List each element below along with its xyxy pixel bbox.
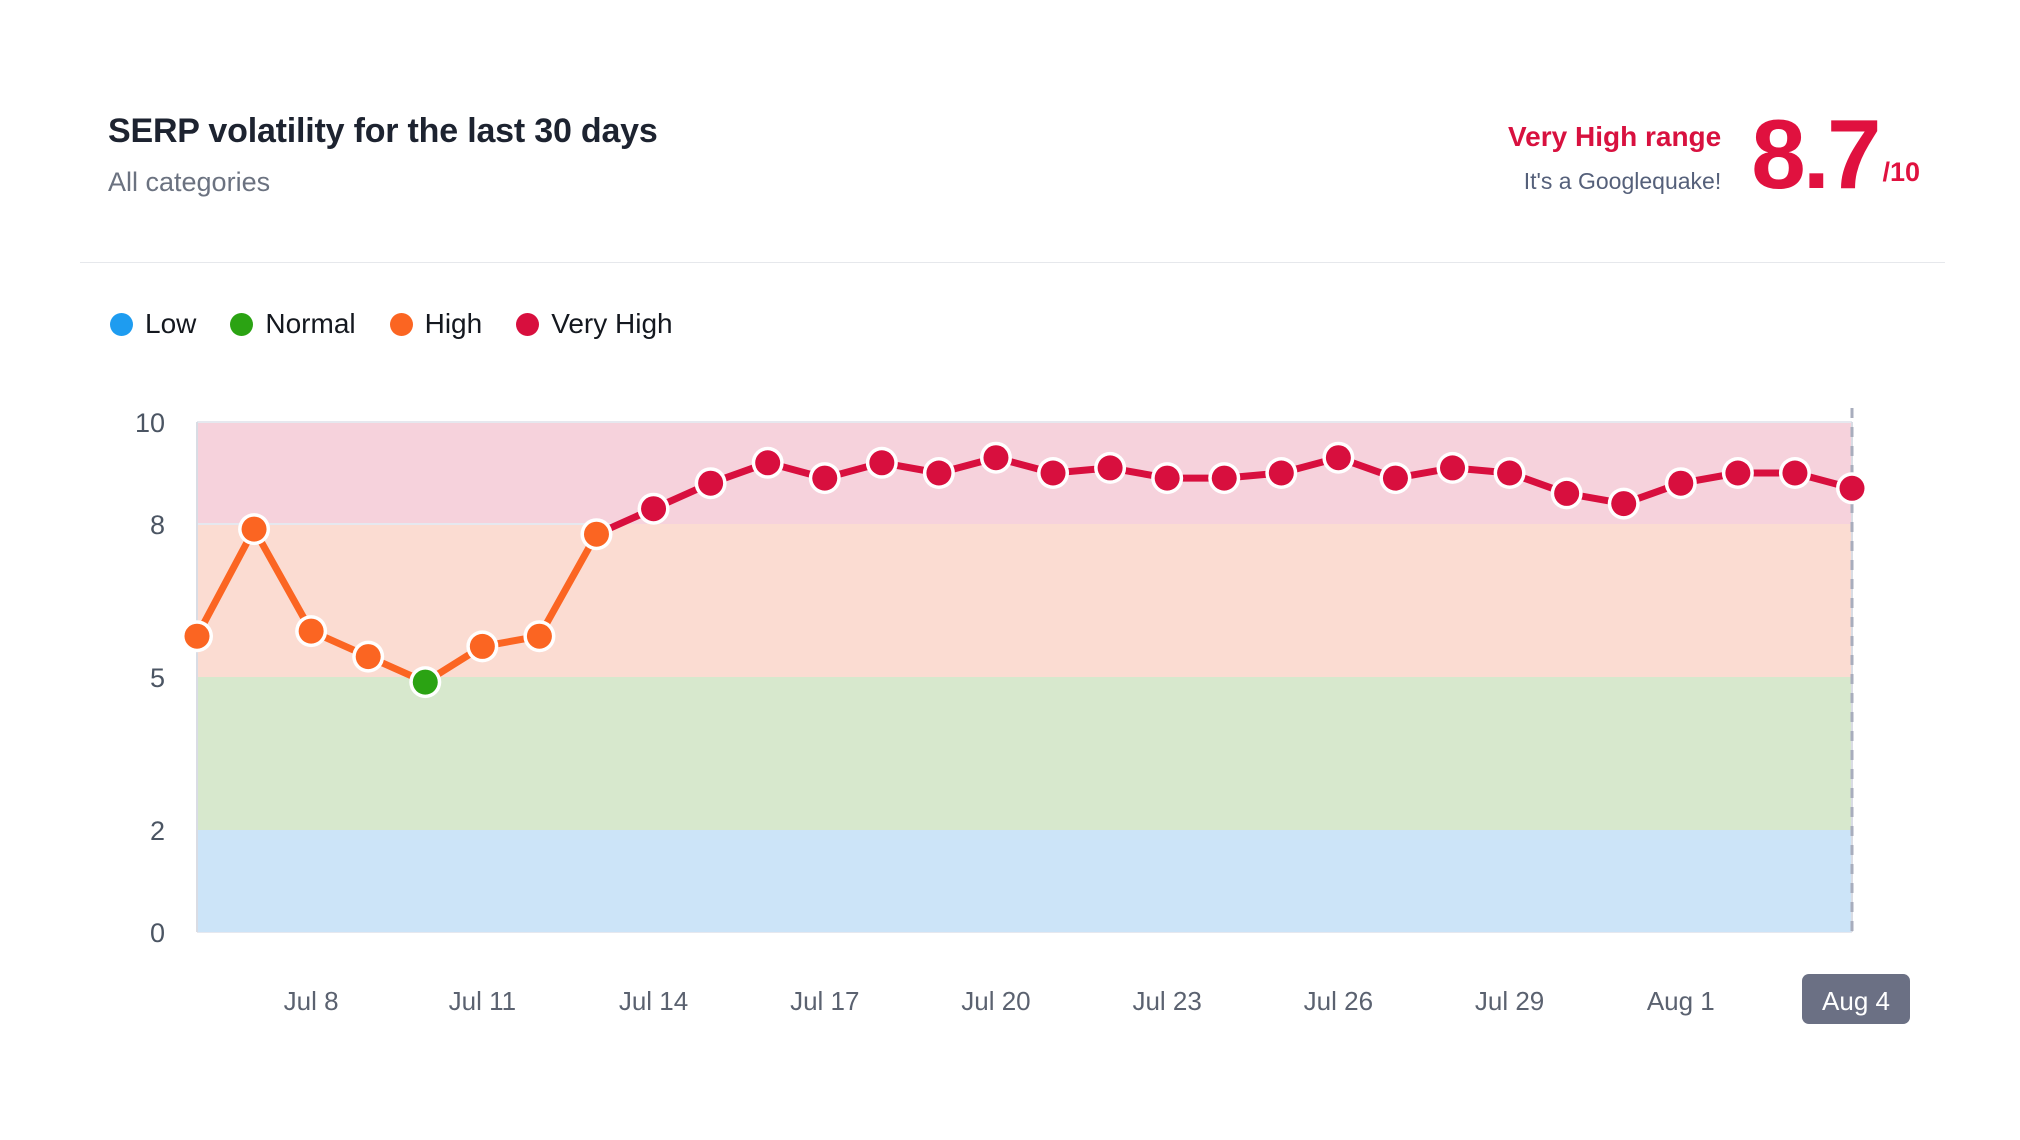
data-point[interactable] [1611, 491, 1637, 517]
data-point[interactable] [869, 450, 895, 476]
data-point[interactable] [1440, 455, 1466, 481]
data-point[interactable] [1268, 460, 1294, 486]
data-point[interactable] [1040, 460, 1066, 486]
data-point[interactable] [1554, 480, 1580, 506]
data-point[interactable] [184, 623, 210, 649]
y-axis-tick-label: 0 [150, 918, 165, 948]
data-point[interactable] [812, 465, 838, 491]
x-axis-tick-label: Jul 26 [1304, 986, 1373, 1016]
data-point[interactable] [1725, 460, 1751, 486]
data-point[interactable] [1097, 455, 1123, 481]
legend-item-normal[interactable]: Normal [230, 308, 356, 339]
legend-dot-icon [110, 312, 133, 336]
legend-item-very-high[interactable]: Very High [516, 308, 673, 339]
x-axis-tick-label: Jul 23 [1132, 986, 1201, 1016]
legend-item-label: Low [145, 308, 197, 339]
score-denominator: /10 [1882, 157, 1920, 188]
chart-legend: Low Normal High Very High [110, 310, 673, 338]
data-point[interactable] [1782, 460, 1808, 486]
data-point[interactable] [583, 521, 609, 547]
x-axis-tick-label: Jul 20 [961, 986, 1030, 1016]
chart-subtitle: All categories [108, 167, 271, 198]
data-point[interactable] [641, 496, 667, 522]
data-point[interactable] [698, 470, 724, 496]
x-axis-tick-label: Jul 29 [1475, 986, 1544, 1016]
legend-item-label: Very High [551, 308, 673, 339]
score-block: Very High range It's a Googlequake! 8.7 … [1508, 99, 1920, 209]
data-point[interactable] [526, 623, 552, 649]
widget-header: SERP volatility for the last 30 days All… [0, 0, 2020, 265]
data-point[interactable] [1211, 465, 1237, 491]
legend-dot-icon [230, 312, 254, 336]
data-point[interactable] [241, 516, 267, 542]
serp-volatility-widget: SERP volatility for the last 30 days All… [0, 0, 2020, 1140]
y-axis-tick-label: 8 [150, 510, 165, 540]
header-divider [80, 262, 1945, 263]
area-band-low [197, 830, 1852, 932]
data-point[interactable] [1382, 465, 1408, 491]
x-axis-tick-label: Jul 17 [790, 986, 859, 1016]
y-axis-tick-label: 10 [135, 408, 165, 438]
data-point[interactable] [412, 669, 438, 695]
legend-item-label: High [424, 308, 483, 339]
score-range-label: Very High range [1508, 121, 1722, 152]
x-axis-active-tick-label: Aug 4 [1822, 986, 1890, 1016]
score-note: It's a Googlequake! [1523, 167, 1722, 194]
data-point[interactable] [755, 450, 781, 476]
data-point[interactable] [1668, 470, 1694, 496]
volatility-line-chart: 0 2 5 8 10 Jul 8 Jul 11 Jul 14 Jul 17 Jul 20 Jul 2… [135, 408, 1910, 1024]
y-axis-tick-label: 5 [150, 663, 165, 693]
score-value: 8.7 [1751, 99, 1881, 209]
legend-dot-icon [516, 312, 540, 336]
legend-item-high[interactable]: High [389, 308, 483, 339]
legend-item-low[interactable]: Low [110, 310, 196, 338]
x-axis-tick-label: Jul 11 [449, 986, 516, 1016]
x-axis-tick-label: Jul 8 [284, 986, 339, 1016]
legend-item-label: Normal [265, 308, 356, 339]
data-point[interactable] [355, 644, 381, 670]
data-point[interactable] [298, 618, 324, 644]
data-point[interactable] [926, 460, 952, 486]
data-point[interactable] [1497, 460, 1523, 486]
data-point[interactable] [1325, 445, 1351, 471]
data-point[interactable] [1839, 475, 1865, 501]
area-band-normal [197, 677, 1852, 830]
data-point[interactable] [983, 445, 1009, 471]
page-title: SERP volatility for the last 30 days [108, 112, 658, 150]
legend-dot-icon [389, 312, 413, 336]
data-point[interactable] [1154, 465, 1180, 491]
score-value-wrap: 8.7 /10 [1751, 99, 1920, 209]
data-point[interactable] [469, 633, 495, 659]
x-axis-tick-label: Aug 1 [1647, 986, 1715, 1016]
title-block: SERP volatility for the last 30 days All… [108, 110, 658, 198]
y-axis-tick-label: 2 [150, 816, 165, 846]
x-axis-tick-label: Jul 14 [619, 986, 688, 1016]
chart-area: 0 2 5 8 10 Jul 8 Jul 11 Jul 14 Jul 17 Jul 20 Jul 2… [0, 380, 2020, 1080]
